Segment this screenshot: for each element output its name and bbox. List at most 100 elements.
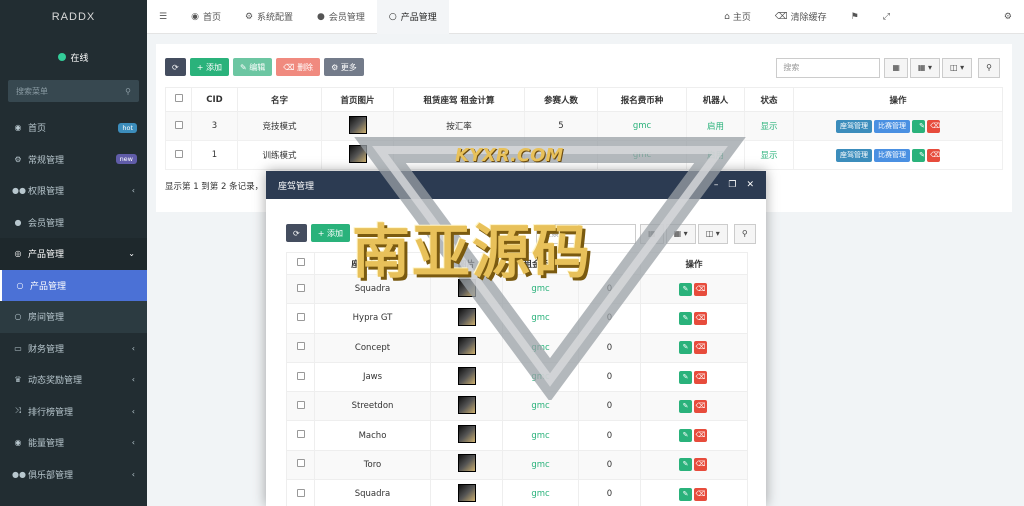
cell-robot[interactable]: 启用 [686, 111, 745, 141]
car-select-cell[interactable] [286, 361, 315, 393]
car-checkbox[interactable] [296, 283, 305, 292]
car-thumbnail[interactable] [457, 366, 476, 385]
th-currency[interactable]: 报名费币种 [597, 87, 687, 112]
table-row[interactable]: 1 训练模式 gmc 启用 显示 座驾管理 比赛管理 ✎ ⌫ [165, 140, 1003, 170]
delete-button[interactable]: ⌫ 删除 [276, 58, 321, 76]
more-button[interactable]: ⚙ 更多 [324, 58, 364, 76]
maximize-icon[interactable]: ❐ [728, 180, 736, 190]
car-delete-button[interactable]: ⌫ [694, 487, 707, 501]
search-icon[interactable]: ⚲ [125, 87, 131, 96]
th-cid[interactable]: CID [191, 87, 238, 112]
car-checkbox[interactable] [296, 459, 305, 468]
race-management-button[interactable]: 比赛管理 [874, 148, 910, 162]
sidebar-item-10[interactable]: ◉ 能量管理 ‹ [0, 427, 147, 459]
car-edit-button[interactable]: ✎ [679, 429, 692, 443]
race-management-button[interactable]: 比赛管理 [874, 119, 910, 133]
car-edit-button[interactable]: ✎ [679, 399, 692, 413]
row-checkbox[interactable] [174, 149, 183, 158]
sidebar-item-0[interactable]: ◉ 首页 hot [0, 112, 147, 144]
modal-export-button[interactable]: ◫ ▾ [697, 224, 728, 244]
car-select-cell[interactable] [286, 332, 315, 363]
sidebar-item-4[interactable]: ◎ 产品管理 ⌄ [0, 238, 147, 270]
car-delete-button[interactable]: ⌫ [694, 429, 707, 443]
car-delete-button[interactable]: ⌫ [694, 341, 707, 355]
row-delete-button[interactable]: ⌫ [927, 119, 940, 133]
sidebar-toggle-button[interactable]: ☰ [147, 0, 179, 34]
sidebar-search-input[interactable]: 搜索菜单 ⚲ [8, 80, 139, 102]
modal-view-button[interactable]: ▦ [640, 224, 664, 244]
car-image-cell[interactable] [430, 391, 503, 422]
sidebar-item-2[interactable]: ●● 权限管理 ‹ [0, 175, 147, 207]
car-select-cell[interactable] [286, 420, 315, 451]
close-icon[interactable]: ✕ [746, 180, 754, 190]
car-checkbox[interactable] [296, 430, 305, 439]
tab-system-config[interactable]: ⚙ 系统配置 [233, 0, 305, 34]
tab-member[interactable]: ● 会员管理 [305, 0, 377, 34]
car-select-all-cell[interactable] [286, 252, 315, 275]
table-row[interactable]: 3 竞技模式 按汇率 5 gmc 启用 显示 座驾管理 比赛管理 ✎ ⌫ [165, 111, 1003, 141]
car-checkbox[interactable] [296, 312, 305, 321]
car-row[interactable]: Macho gmc 0 ✎ ⌫ [286, 420, 748, 451]
cell-image[interactable] [321, 111, 394, 141]
car-edit-button[interactable]: ✎ [679, 311, 692, 325]
car-image-cell[interactable] [430, 303, 503, 334]
car-thumbnail[interactable] [457, 307, 476, 326]
row-edit-button[interactable]: ✎ [912, 148, 925, 162]
row-delete-button[interactable]: ⌫ [927, 148, 940, 162]
car-image-cell[interactable] [430, 449, 503, 481]
cell-image[interactable] [321, 140, 394, 170]
car-select-cell[interactable] [286, 391, 315, 422]
car-row[interactable]: Concept gmc 0 ✎ ⌫ [286, 332, 748, 363]
car-thumbnail[interactable] [457, 454, 476, 473]
car-edit-button[interactable]: ✎ [679, 282, 692, 296]
car-row[interactable]: Streetdon gmc 0 ✎ ⌫ [286, 391, 748, 422]
car-thumbnail[interactable] [457, 395, 476, 414]
car-checkbox[interactable] [296, 371, 305, 380]
car-edit-button[interactable]: ✎ [679, 341, 692, 355]
car-thumbnail[interactable] [457, 483, 476, 502]
car-image-cell[interactable] [430, 420, 503, 451]
car-select-cell[interactable] [286, 479, 315, 506]
car-image-cell[interactable] [430, 361, 503, 393]
row-checkbox[interactable] [174, 120, 183, 129]
sidebar-item-1[interactable]: ⚙ 常规管理 new [0, 144, 147, 176]
car-delete-button[interactable]: ⌫ [694, 399, 707, 413]
row-select-cell[interactable] [165, 111, 192, 141]
product-thumbnail[interactable] [348, 115, 367, 134]
columns-button[interactable]: ▦ ▾ [909, 58, 941, 78]
clear-cache-button[interactable]: ⌫ 清除缓存 [763, 0, 839, 34]
row-select-cell[interactable] [165, 140, 192, 170]
car-thumbnail[interactable] [457, 425, 476, 444]
th-name[interactable]: 名字 [237, 87, 322, 112]
car-delete-button[interactable]: ⌫ [694, 370, 707, 384]
sidebar-item-8[interactable]: ♛ 动态奖励管理 ‹ [0, 364, 147, 396]
select-all-cell[interactable] [165, 87, 192, 112]
sidebar-item-3[interactable]: ● 会员管理 [0, 207, 147, 239]
car-checkbox[interactable] [296, 400, 305, 409]
sidebar-item-9[interactable]: ⤨ 排行榜管理 ‹ [0, 396, 147, 428]
car-select-cell[interactable] [286, 303, 315, 334]
cell-status[interactable]: 显示 [744, 111, 794, 141]
car-select-all-checkbox[interactable] [296, 258, 305, 266]
edit-button[interactable]: ✎ 编辑 [232, 58, 273, 76]
select-all-checkbox[interactable] [174, 94, 183, 102]
th-status[interactable]: 状态 [744, 87, 794, 112]
car-row[interactable]: Squadra gmc 0 ✎ ⌫ [286, 479, 748, 506]
car-edit-button[interactable]: ✎ [679, 458, 692, 472]
product-thumbnail[interactable] [348, 144, 367, 163]
modal-columns-button[interactable]: ▦ ▾ [665, 224, 696, 244]
export-button[interactable]: ◫ ▾ [942, 58, 973, 78]
car-image-cell[interactable] [430, 332, 503, 363]
modal-refresh-button[interactable]: ⟳ [286, 224, 307, 242]
car-checkbox[interactable] [296, 488, 305, 497]
refresh-button[interactable]: ⟳ [165, 58, 186, 76]
car-row[interactable]: Jaws gmc 0 ✎ ⌫ [286, 361, 748, 393]
tab-home[interactable]: ◉ 首页 [179, 0, 233, 34]
sidebar-item-7[interactable]: ▭ 财务管理 ‹ [0, 333, 147, 365]
car-row[interactable]: Hypra GT gmc 0 ✎ ⌫ [286, 303, 748, 334]
th-image[interactable]: 首页图片 [321, 87, 394, 112]
car-row[interactable]: Toro gmc 0 ✎ ⌫ [286, 449, 748, 481]
fullscreen-button[interactable]: ⤢ [871, 0, 902, 34]
tab-product[interactable]: ○ 产品管理 [376, 0, 449, 34]
table-search-input[interactable]: 搜索 [776, 58, 881, 78]
